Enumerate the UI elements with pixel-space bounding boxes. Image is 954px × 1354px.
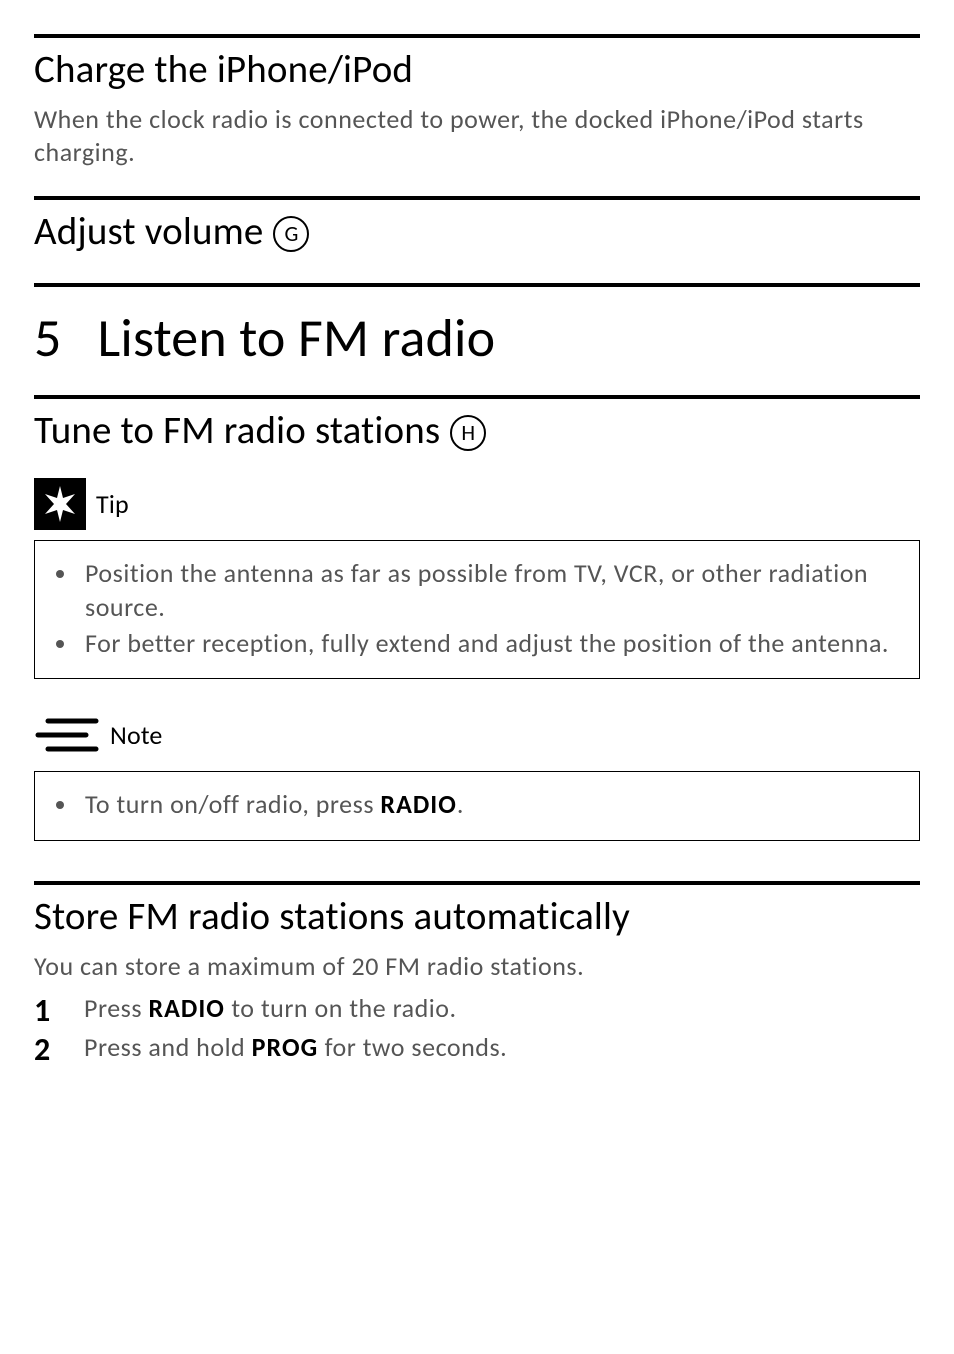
reference-letter-icon: H xyxy=(450,415,486,451)
heading-text: Tune to FM radio stations xyxy=(34,407,440,454)
text: Press and hold xyxy=(84,1031,252,1063)
tip-box: Position the antenna as far as possible … xyxy=(34,540,920,679)
text: To turn on/off radio, press xyxy=(85,788,380,820)
rule xyxy=(34,34,920,38)
keyword: PROG xyxy=(252,1031,319,1063)
tip-icon xyxy=(34,478,86,530)
section-body-charge: When the clock radio is connected to pow… xyxy=(34,103,920,168)
reference-letter-icon: G xyxy=(273,216,309,252)
step-item: Press and hold PROG for two seconds. xyxy=(34,1028,920,1067)
note-header: Note xyxy=(34,709,920,761)
chapter-heading: 5 Listen to FM radio xyxy=(34,305,920,371)
tip-label: Tip xyxy=(96,488,129,520)
rule xyxy=(34,283,920,287)
steps-list: Press RADIO to turn on the radio. Press … xyxy=(34,989,920,1067)
note-box: To turn on/off radio, press RADIO. xyxy=(34,771,920,841)
heading-text: Charge the iPhone/iPod xyxy=(34,46,413,93)
chapter-number: 5 xyxy=(34,305,62,371)
rule xyxy=(34,881,920,885)
heading-text: Adjust volume xyxy=(34,208,263,255)
note-icon xyxy=(34,709,100,761)
section-heading-store: Store FM radio stations automatically xyxy=(34,893,920,940)
keyword: RADIO xyxy=(148,992,225,1024)
section-heading-tune: Tune to FM radio stations H xyxy=(34,407,920,454)
text: for two seconds. xyxy=(318,1031,507,1063)
tip-item: For better reception, fully extend and a… xyxy=(79,627,901,661)
text: . xyxy=(457,788,464,820)
section-intro-store: You can store a maximum of 20 FM radio s… xyxy=(34,950,920,983)
section-heading-charge: Charge the iPhone/iPod xyxy=(34,46,920,93)
rule xyxy=(34,395,920,399)
note-item: To turn on/off radio, press RADIO. xyxy=(79,788,901,822)
step-item: Press RADIO to turn on the radio. xyxy=(34,989,920,1028)
tip-item: Position the antenna as far as possible … xyxy=(79,557,901,625)
tip-header: Tip xyxy=(34,478,920,530)
rule xyxy=(34,196,920,200)
heading-text: Store FM radio stations automatically xyxy=(34,893,630,940)
text: to turn on the radio. xyxy=(225,992,457,1024)
note-label: Note xyxy=(110,719,163,751)
text: Press xyxy=(84,992,148,1024)
section-heading-volume: Adjust volume G xyxy=(34,208,920,255)
chapter-title: Listen to FM radio xyxy=(98,305,496,371)
keyword: RADIO xyxy=(380,788,457,820)
